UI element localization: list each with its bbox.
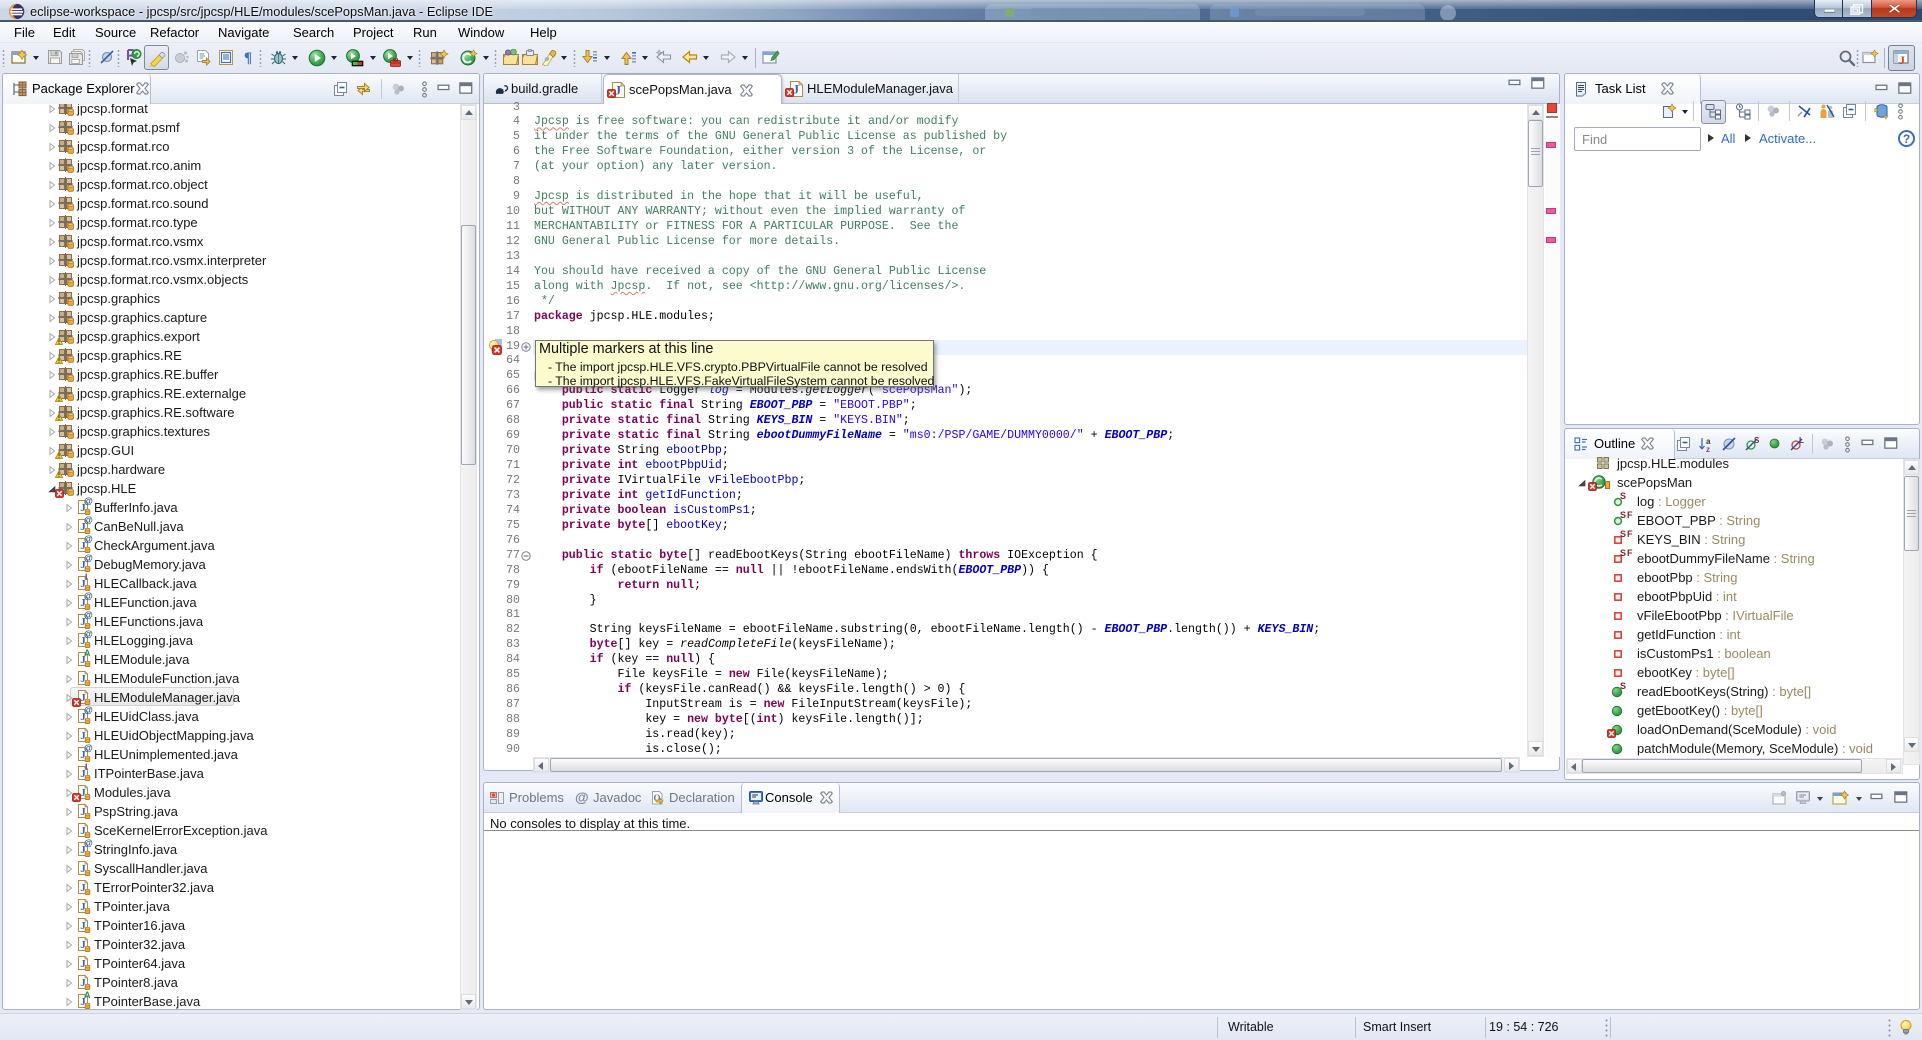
svg-text:¶: ¶ xyxy=(244,50,252,65)
svg-text:J: J xyxy=(1899,53,1905,67)
